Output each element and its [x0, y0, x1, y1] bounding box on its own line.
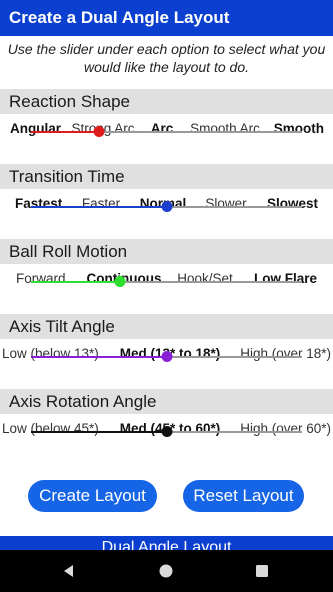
system-nav-bar: [0, 550, 333, 592]
option-label: High (over 60*): [240, 421, 331, 436]
slider-thumb[interactable]: [161, 351, 172, 362]
section-title: Transition Time: [0, 164, 333, 189]
title-bar: Create a Dual Angle Layout: [0, 0, 333, 36]
option-label: Slowest: [266, 196, 318, 211]
section-title: Axis Tilt Angle: [0, 314, 333, 339]
create-layout-button[interactable]: Create Layout: [28, 480, 157, 512]
option-label: Arc: [150, 121, 174, 136]
section-ball-roll-motion: Ball Roll Motion Forward Continuous Hook…: [0, 239, 333, 290]
instructions-line-1: Use the slider under each option to sele…: [7, 41, 326, 57]
option-label: Forward: [16, 271, 66, 286]
slider-fill: [31, 281, 121, 283]
slider-thumb[interactable]: [114, 276, 126, 287]
instructions: Use the slider under each option to sele…: [0, 40, 333, 76]
section-transition-time: Transition Time Fastest Faster Normal Sl…: [0, 164, 333, 215]
section-title: Axis Rotation Angle: [0, 389, 333, 414]
page-title: Create a Dual Angle Layout: [9, 8, 230, 27]
option-label: Low (below 45*): [2, 421, 99, 436]
option-labels: Angular Strong Arc Arc Smooth Arc Smooth: [0, 118, 333, 140]
option-label: Hook/Set: [177, 271, 233, 286]
option-label: Fastest: [15, 196, 63, 211]
recents-icon[interactable]: [253, 562, 271, 580]
home-icon[interactable]: [157, 562, 175, 580]
option-labels: Forward Continuous Hook/Set Low Flare: [0, 268, 333, 290]
section-axis-tilt-angle: Axis Tilt Angle Low (below 13*) Med (13*…: [0, 314, 333, 365]
slider-fill: [31, 206, 167, 208]
footer-bar: Dual Angle Layout: [0, 536, 333, 550]
section-reaction-shape: Reaction Shape Angular Strong Arc Arc Sm…: [0, 89, 333, 140]
option-label: High (over 18*): [240, 346, 331, 361]
section-axis-rotation-angle: Axis Rotation Angle Low (below 45*) Med …: [0, 389, 333, 440]
slider-fill: [31, 356, 167, 358]
slider-fill: [31, 131, 99, 133]
slider-thumb[interactable]: [161, 201, 172, 212]
option-label: Smooth: [273, 121, 324, 136]
slider-thumb[interactable]: [161, 426, 172, 437]
footer-title: Dual Angle Layout: [101, 539, 232, 550]
option-label: Angular: [10, 121, 62, 136]
back-icon[interactable]: [60, 562, 78, 580]
option-label: Faster: [81, 196, 121, 211]
section-title: Reaction Shape: [0, 89, 333, 114]
reset-layout-button[interactable]: Reset Layout: [183, 480, 304, 512]
instructions-line-2: would like the layout to do.: [84, 59, 249, 75]
slider-fill: [31, 431, 167, 433]
slider-thumb[interactable]: [93, 126, 105, 137]
section-title: Ball Roll Motion: [0, 239, 333, 264]
option-label: Smooth Arc: [190, 121, 260, 136]
option-label: Slower: [205, 196, 247, 211]
option-label: Low Flare: [253, 271, 317, 286]
option-label: Low (below 13*): [2, 346, 99, 361]
